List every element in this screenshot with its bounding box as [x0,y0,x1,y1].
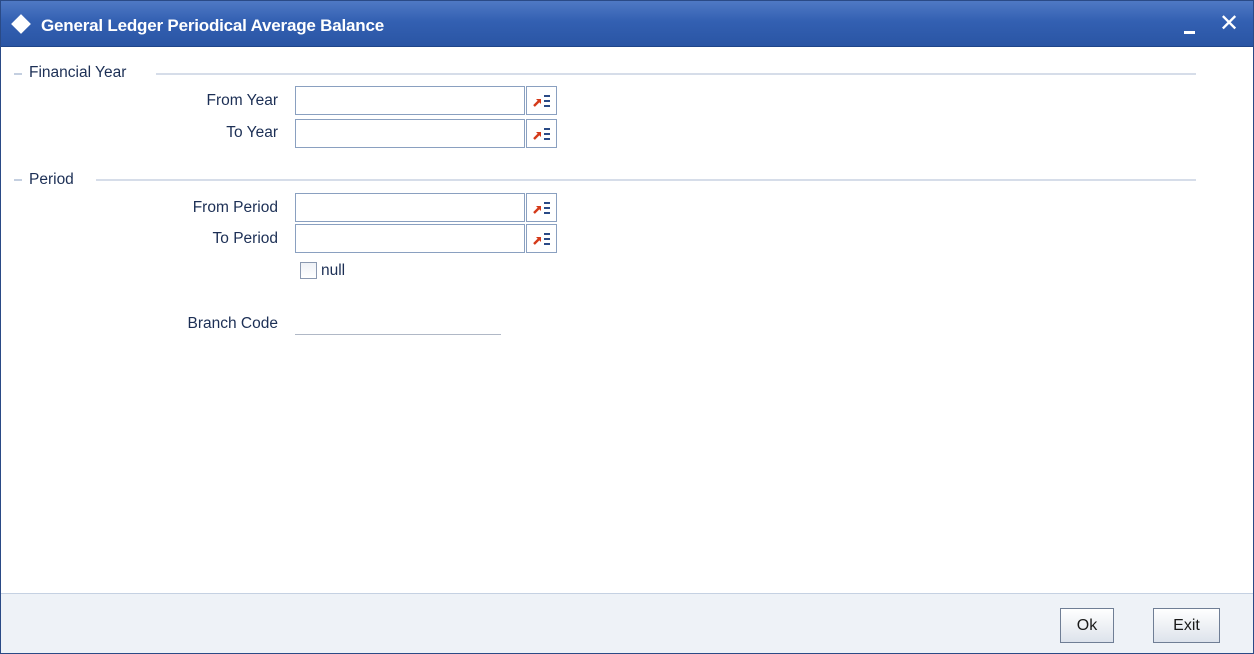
close-button[interactable]: ✕ [1215,9,1243,37]
list-of-values-icon [533,128,550,140]
from-period-input[interactable] [295,193,525,222]
from-year-label: From Year [206,92,278,109]
section-divider [96,179,1196,181]
to-period-label: To Period [212,230,278,247]
branch-code-underline [295,334,501,335]
financial-year-legend: Financial Year [29,64,133,82]
from-year-input[interactable] [295,86,525,115]
list-of-values-icon [533,233,550,245]
to-period-lov-button[interactable] [526,224,557,253]
exit-button[interactable]: Exit [1153,608,1220,643]
section-divider-tick [14,73,22,75]
section-divider-tick [14,179,22,181]
title-bar[interactable]: General Ledger Periodical Average Balanc… [1,1,1253,47]
period-legend: Period [29,171,80,189]
footer-bar: Ok Exit [1,593,1253,653]
dialog-window: General Ledger Periodical Average Balanc… [0,0,1254,654]
from-year-lov-button[interactable] [526,86,557,115]
close-icon: ✕ [1218,9,1240,37]
null-checkbox[interactable] [300,262,317,279]
list-of-values-icon [533,202,550,214]
to-year-label: To Year [226,124,278,141]
minimize-icon [1184,31,1195,34]
branch-code-input[interactable] [295,310,501,334]
ok-button[interactable]: Ok [1060,608,1114,643]
window-title: General Ledger Periodical Average Balanc… [41,16,384,35]
to-period-input[interactable] [295,224,525,253]
list-of-values-icon [533,95,550,107]
from-period-lov-button[interactable] [526,193,557,222]
section-divider [156,73,1196,75]
form-content: Financial Year From Year To Year Period … [1,48,1253,593]
minimize-button[interactable] [1182,9,1200,37]
from-period-label: From Period [192,199,278,216]
to-year-input[interactable] [295,119,525,148]
diamond-icon [11,14,31,34]
to-year-lov-button[interactable] [526,119,557,148]
null-checkbox-label: null [321,262,346,279]
branch-code-label: Branch Code [187,315,278,332]
